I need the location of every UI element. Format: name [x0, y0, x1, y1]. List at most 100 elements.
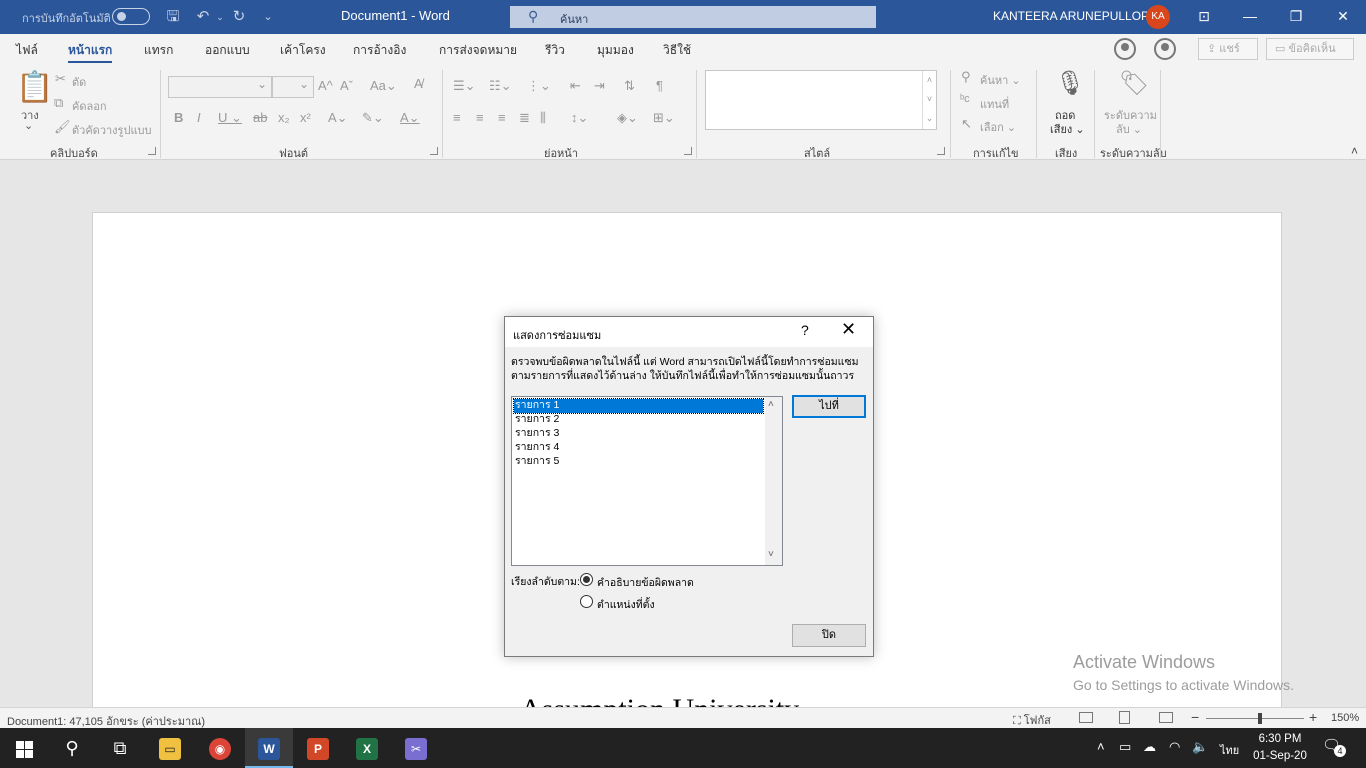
zoom-out-icon[interactable]: − [1191, 709, 1199, 725]
comments-button[interactable]: ▭ ข้อคิดเห็น [1266, 38, 1354, 60]
scroll-up-icon[interactable]: ˄ [768, 399, 774, 410]
decrease-indent-icon[interactable]: ⇤ [570, 78, 581, 94]
chrome-icon[interactable]: ◉ [196, 728, 244, 768]
collapse-ribbon-icon[interactable]: ˄ [1351, 144, 1358, 158]
underline-icon[interactable]: U ⌄ [218, 110, 242, 126]
onedrive-icon[interactable]: ☁ [1143, 739, 1156, 755]
dictate-label-2[interactable]: เสียง ⌄ [1050, 120, 1085, 138]
replace-icon[interactable]: ᵇc [960, 93, 970, 105]
scroll-down-icon[interactable]: ˅ [768, 549, 774, 560]
dialog-titlebar[interactable]: แสดงการซ่อมแซม ? ✕ [505, 317, 873, 347]
sensitivity-label-2[interactable]: ลับ ⌄ [1116, 120, 1142, 138]
bullets-icon[interactable]: ☰⌄ [453, 78, 476, 94]
tab-help[interactable]: วิธีใช้ [663, 41, 691, 60]
show-marks-icon[interactable]: ¶ [656, 78, 663, 93]
redo-icon[interactable]: ↻ [229, 7, 249, 27]
volume-icon[interactable]: 🔈 [1192, 739, 1208, 755]
zoom-level[interactable]: 150% [1331, 712, 1359, 724]
tab-layout[interactable]: เค้าโครง [280, 41, 326, 60]
battery-icon[interactable]: ▭ [1119, 739, 1131, 755]
microphone-icon[interactable]: 🎙 [1055, 69, 1085, 98]
user-name[interactable]: KANTEERA ARUNEPULLOP [993, 9, 1149, 23]
list-item[interactable]: รายการ 1 [513, 398, 764, 414]
shading-icon[interactable]: ◈⌄ [617, 110, 638, 126]
minimize-icon[interactable]: — [1227, 0, 1273, 34]
list-item[interactable]: รายการ 3 [514, 427, 763, 441]
help-icon[interactable]: ? [801, 322, 809, 338]
zoom-slider-thumb[interactable] [1258, 713, 1262, 724]
distributed-icon[interactable]: ⫼ [540, 110, 546, 126]
list-item[interactable]: รายการ 4 [514, 441, 763, 455]
justify-icon[interactable]: ≣ [519, 110, 530, 126]
sort-by-description-label[interactable]: คำอธิบายข้อผิดพลาด [597, 574, 694, 591]
excel-icon[interactable]: X [343, 728, 391, 768]
paragraph-launcher-icon[interactable] [684, 147, 692, 155]
share-button[interactable]: ⇪ แชร์ [1198, 38, 1258, 60]
close-button[interactable]: ปิด [792, 624, 866, 647]
styles-scroll[interactable]: ˄ ˅ ⌄ [922, 71, 936, 129]
paste-icon[interactable]: 📋 [16, 70, 53, 105]
find-icon[interactable]: ⚲ [961, 69, 971, 85]
list-scrollbar[interactable]: ˄ ˅ [765, 397, 782, 565]
sensitivity-icon[interactable]: 🏷 [1119, 69, 1149, 98]
zoom-in-icon[interactable]: + [1309, 709, 1317, 725]
select-icon[interactable]: ↖ [961, 116, 972, 132]
cut-icon[interactable]: ✂ [55, 71, 66, 87]
show-hidden-icons-icon[interactable]: ˄ [1097, 739, 1105, 754]
change-case-icon[interactable]: Aa⌄ [370, 78, 397, 94]
word-icon[interactable]: W [245, 728, 293, 768]
undo-dropdown-icon[interactable]: ⌄ [210, 7, 230, 27]
replace-label[interactable]: แทนที่ [980, 95, 1009, 113]
list-item[interactable]: รายการ 2 [514, 413, 763, 427]
bold-icon[interactable]: B [174, 110, 183, 125]
subscript-icon[interactable]: x₂ [278, 110, 290, 125]
clear-formatting-icon[interactable]: A̸ [414, 76, 423, 91]
align-left-icon[interactable]: ≡ [453, 110, 461, 125]
borders-icon[interactable]: ⊞⌄ [653, 110, 675, 126]
read-mode-icon[interactable] [1079, 712, 1093, 723]
zoom-slider[interactable] [1206, 718, 1304, 719]
restore-icon[interactable]: ❐ [1273, 0, 1319, 34]
styles-launcher-icon[interactable] [937, 147, 945, 155]
start-button[interactable] [0, 728, 48, 768]
powerpoint-icon[interactable]: P [294, 728, 342, 768]
coauthor-icon[interactable] [1154, 38, 1176, 60]
align-right-icon[interactable]: ≡ [498, 110, 506, 125]
sort-by-location-label[interactable]: ตำแหน่งที่ตั้ง [597, 596, 655, 613]
tab-references[interactable]: การอ้างอิง [353, 41, 406, 60]
italic-icon[interactable]: I [197, 110, 201, 125]
save-icon[interactable]: 🖫 [163, 7, 183, 27]
find-label[interactable]: ค้นหา ⌄ [980, 71, 1021, 89]
paste-dropdown-icon[interactable]: ⌄ [24, 119, 33, 132]
styles-gallery[interactable]: ˄ ˅ ⌄ [705, 70, 937, 130]
focus-mode[interactable]: ⛶ โฟกัส [1013, 711, 1051, 729]
input-language[interactable]: ไทย [1220, 741, 1239, 759]
customize-qat-icon[interactable]: ⌄ [258, 7, 278, 27]
shrink-font-icon[interactable]: Aˇ [340, 78, 353, 93]
sort-by-location-radio[interactable] [580, 595, 593, 608]
align-center-icon[interactable]: ≡ [476, 110, 484, 125]
format-painter-label[interactable]: ตัวคัดวางรูปแบบ [72, 121, 152, 139]
text-effects-icon[interactable]: A⌄ [328, 110, 348, 126]
tab-view[interactable]: มุมมอง [597, 41, 634, 60]
font-size-dropdown[interactable] [272, 76, 314, 98]
tab-file[interactable]: ไฟล์ [16, 41, 38, 60]
font-name-dropdown[interactable] [168, 76, 272, 98]
snip-icon[interactable]: ✂ [392, 728, 440, 768]
highlight-icon[interactable]: ✎⌄ [362, 110, 384, 126]
cut-label[interactable]: ตัด [72, 73, 86, 91]
autosave-toggle[interactable] [112, 8, 150, 25]
numbering-icon[interactable]: ☷⌄ [489, 78, 512, 94]
sort-icon[interactable]: ⇅ [624, 78, 635, 94]
copy-label[interactable]: คัดลอก [72, 97, 107, 115]
search-box[interactable]: ⚲ ค้นหา [510, 6, 876, 28]
select-label[interactable]: เลือก ⌄ [980, 118, 1016, 136]
format-painter-icon[interactable]: 🖌 [54, 119, 71, 135]
grow-font-icon[interactable]: A^ [318, 78, 333, 93]
ribbon-display-options-icon[interactable]: ⊡ [1181, 0, 1227, 34]
sort-by-description-radio[interactable] [580, 573, 593, 586]
strikethrough-icon[interactable]: ab [253, 110, 267, 125]
close-window-icon[interactable]: ✕ [1320, 0, 1366, 34]
tab-review[interactable]: รีวิว [545, 41, 565, 60]
action-center-icon[interactable]: 🗨 4 [1322, 736, 1346, 758]
